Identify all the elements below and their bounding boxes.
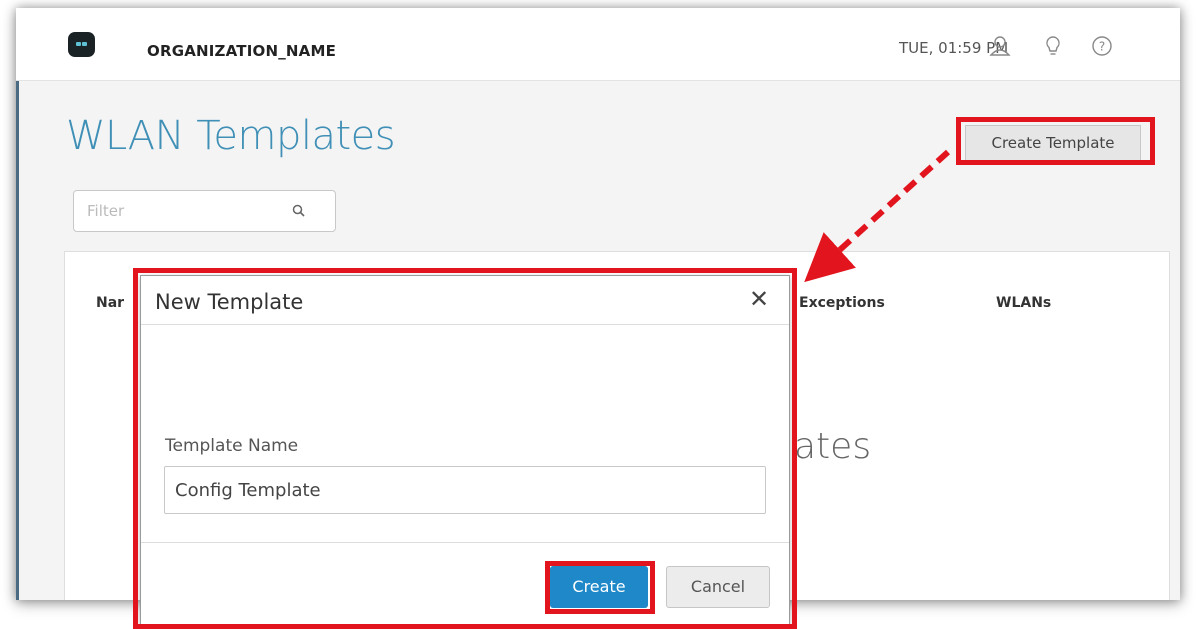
annotation-arrow (804, 149, 951, 283)
